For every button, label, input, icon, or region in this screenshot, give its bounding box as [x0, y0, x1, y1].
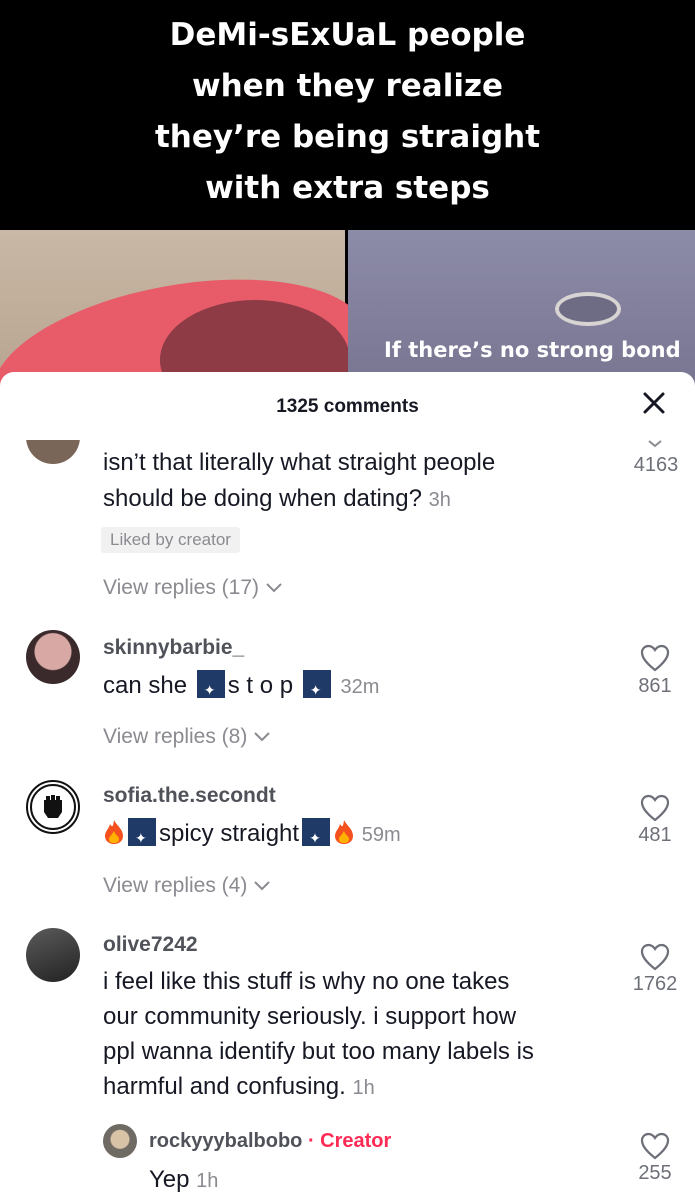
- comment-time: 32m: [340, 676, 380, 698]
- avatar[interactable]: [26, 440, 80, 464]
- chevron-down-icon: [254, 881, 270, 891]
- comment-text: harmful and confusing. 1h: [103, 1069, 375, 1106]
- comment-text: can she s t o p 32m: [103, 668, 380, 708]
- like-count: 861: [638, 675, 672, 697]
- fire-icon: [105, 820, 123, 844]
- liked-by-creator-badge: Liked by creator: [101, 527, 240, 553]
- avatar[interactable]: [26, 780, 80, 834]
- like-count: 4163: [633, 454, 679, 476]
- reply-username-row: rockyyybalbobo · Creator: [149, 1130, 391, 1153]
- comment-username[interactable]: olive7242: [103, 933, 198, 957]
- view-replies-label: View replies (4): [103, 874, 248, 897]
- comment-line: ppl wanna identify but too many labels i…: [103, 1038, 534, 1065]
- view-replies-button[interactable]: View replies (17): [103, 576, 283, 600]
- like-count: 255: [638, 1162, 672, 1184]
- comment-time: 3h: [428, 489, 451, 511]
- video-caption: DeMi-sExUaL people when they realize the…: [0, 10, 695, 214]
- avatar[interactable]: [103, 1124, 137, 1158]
- heart-icon[interactable]: [640, 644, 670, 672]
- comment-part: s t o p: [227, 672, 294, 699]
- sparkle-emoji-icon: [128, 818, 156, 856]
- avatar[interactable]: [26, 928, 80, 982]
- comment-text: should be doing when dating? 3h: [103, 481, 451, 518]
- heart-icon[interactable]: [640, 943, 670, 971]
- video-player[interactable]: If there’s no strong bond DeMi-sExUaL pe…: [0, 0, 695, 477]
- close-icon[interactable]: [639, 388, 669, 418]
- caption-line: they’re being straight: [154, 119, 541, 155]
- avatar[interactable]: [26, 630, 80, 684]
- comment-line: should be doing when dating?: [103, 485, 422, 512]
- sparkle-emoji-icon: [302, 670, 331, 708]
- comment-time: 1h: [352, 1077, 375, 1099]
- comment-username[interactable]: skinnybarbie_: [103, 636, 244, 660]
- comments-sheet: 1325 comments isn’t that literally what …: [0, 372, 695, 1200]
- ceiling-fixture: [555, 292, 621, 326]
- raised-fist-icon: [30, 784, 76, 830]
- sparkle-emoji-icon: [196, 670, 225, 708]
- reply-time: 1h: [196, 1170, 219, 1192]
- comment-username[interactable]: sofia.the.secondt: [103, 784, 276, 808]
- like-count: 481: [638, 824, 672, 846]
- comment-line: harmful and confusing.: [103, 1073, 346, 1100]
- comment-part: can she: [103, 672, 188, 699]
- chevron-down-icon: [648, 440, 662, 448]
- comment-time: 59m: [361, 824, 401, 846]
- reply-username[interactable]: rockyyybalbobo: [149, 1130, 302, 1152]
- view-replies-label: View replies (17): [103, 576, 260, 599]
- comment-line: isn’t that literally what straight peopl…: [103, 449, 496, 476]
- like-count: 1762: [632, 973, 678, 995]
- reply-text-value: Yep: [149, 1166, 190, 1193]
- view-replies-button[interactable]: View replies (4): [103, 874, 271, 898]
- comment-text: spicy straight 59m: [103, 816, 401, 856]
- fire-icon: [335, 820, 354, 844]
- chevron-down-icon: [254, 732, 270, 742]
- comment-part: spicy straight: [159, 820, 300, 847]
- creator-label: · Creator: [307, 1130, 392, 1152]
- caption-line: with extra steps: [205, 170, 490, 206]
- caption-line: DeMi-sExUaL people: [169, 17, 526, 53]
- sparkle-emoji-icon: [302, 818, 331, 856]
- comment-text: isn’t that literally what straight peopl…: [103, 445, 495, 480]
- view-replies-label: View replies (8): [103, 725, 248, 748]
- comments-count-title: 1325 comments: [276, 396, 419, 417]
- heart-icon[interactable]: [640, 1132, 670, 1160]
- reply-text: Yep 1h: [149, 1162, 218, 1199]
- caption-line: when they realize: [191, 68, 504, 104]
- video-overlay-text: If there’s no strong bond: [384, 338, 681, 362]
- chevron-down-icon: [266, 583, 282, 593]
- comment-line: our community seriously. i support how: [103, 1003, 517, 1030]
- view-replies-button[interactable]: View replies (8): [103, 725, 271, 749]
- heart-icon[interactable]: [640, 794, 670, 822]
- comment-line: i feel like this stuff is why no one tak…: [103, 968, 510, 995]
